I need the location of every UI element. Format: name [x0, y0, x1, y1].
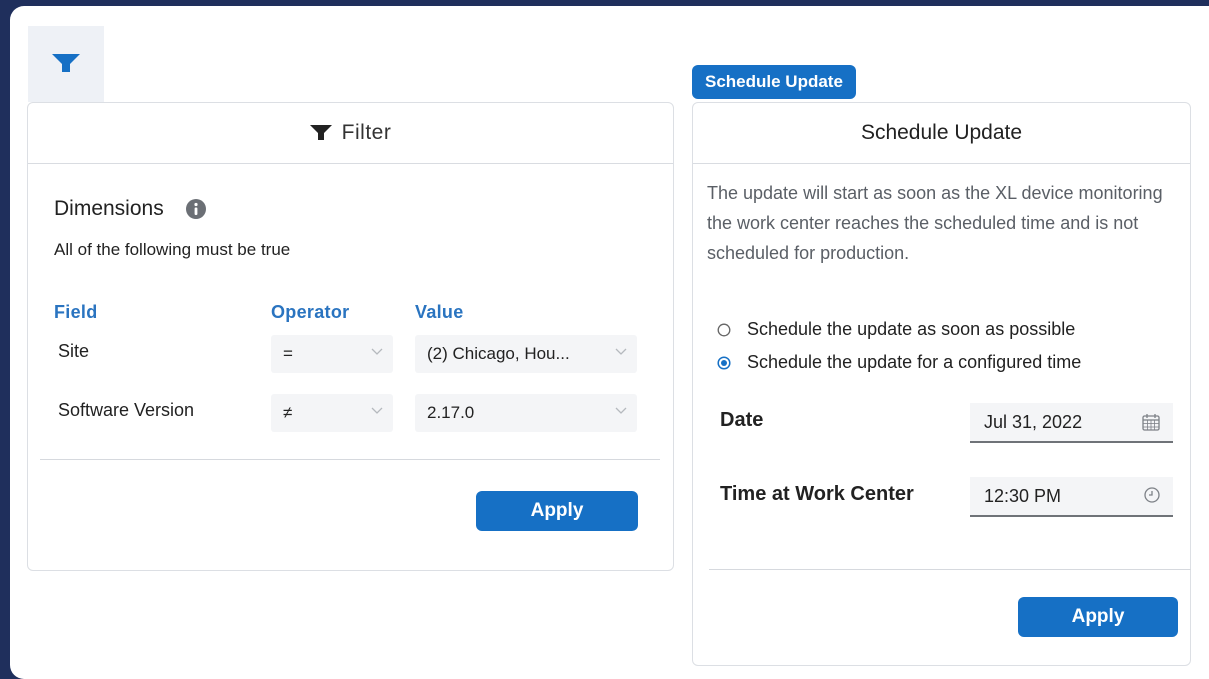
- operator-value: ≠: [283, 403, 293, 422]
- schedule-divider: [709, 569, 1191, 570]
- value-select-site[interactable]: (2) Chicago, Hou...: [415, 335, 637, 373]
- filter-panel-title: Filter: [341, 121, 392, 144]
- info-icon[interactable]: [185, 199, 206, 219]
- filter-apply-button[interactable]: Apply: [476, 491, 638, 531]
- schedule-description: The update will start as soon as the XL …: [707, 183, 1163, 263]
- radio-icon[interactable]: [717, 323, 731, 337]
- date-picker[interactable]: Jul 31, 2022: [970, 403, 1173, 443]
- schedule-panel-header: Schedule Update: [693, 103, 1190, 164]
- operator-select-site[interactable]: =: [271, 335, 393, 373]
- filter-icon: [52, 54, 80, 72]
- time-picker[interactable]: 12:30 PM: [970, 477, 1173, 517]
- filter-divider: [40, 459, 660, 460]
- radio-option-asap[interactable]: Schedule the update as soon as possible: [717, 319, 1075, 340]
- chevron-down-icon: [371, 348, 383, 355]
- date-value: Jul 31, 2022: [984, 411, 1083, 432]
- value-select-software-version[interactable]: 2.17.0: [415, 394, 637, 432]
- radio-label: Schedule the update for a configured tim…: [747, 352, 1082, 372]
- filter-panel: Filter Dimensions All of the following m…: [27, 102, 674, 571]
- clock-icon[interactable]: [1143, 486, 1161, 504]
- date-label: Date: [720, 409, 764, 431]
- main-canvas: Filter Dimensions All of the following m…: [10, 6, 1209, 679]
- radio-label: Schedule the update as soon as possible: [747, 319, 1076, 339]
- operator-select-software-version[interactable]: ≠: [271, 394, 393, 432]
- value-text: (2) Chicago, Hou...: [427, 344, 570, 363]
- dimensions-title: Dimensions: [54, 197, 206, 221]
- schedule-panel-title: Schedule Update: [860, 121, 1023, 144]
- column-header-field: Field: [54, 302, 98, 322]
- filter-panel-header: Filter: [28, 103, 673, 164]
- schedule-apply-button[interactable]: Apply: [1018, 597, 1178, 637]
- filter-icon: [309, 125, 332, 140]
- chevron-down-icon: [615, 407, 627, 414]
- dimensions-label: Dimensions: [54, 197, 164, 220]
- calendar-icon[interactable]: [1141, 412, 1161, 432]
- column-header-value: Value: [415, 302, 464, 322]
- chevron-down-icon: [615, 348, 627, 355]
- chevron-down-icon: [371, 407, 383, 414]
- time-label: Time at Work Center: [720, 483, 914, 505]
- row-field-software-version: Software Version: [58, 400, 195, 420]
- schedule-update-badge[interactable]: Schedule Update: [692, 65, 856, 99]
- value-text: 2.17.0: [427, 403, 475, 422]
- dimensions-subtitle: All of the following must be true: [54, 240, 291, 259]
- radio-icon[interactable]: [717, 355, 731, 370]
- schedule-update-panel: Schedule Update The update will start as…: [692, 102, 1191, 666]
- column-header-operator: Operator: [271, 302, 350, 322]
- time-value: 12:30 PM: [984, 485, 1062, 506]
- filter-toggle-button[interactable]: [28, 26, 104, 102]
- radio-option-configured-time[interactable]: Schedule the update for a configured tim…: [717, 352, 1081, 373]
- operator-value: =: [283, 344, 293, 363]
- row-field-site: Site: [58, 341, 90, 361]
